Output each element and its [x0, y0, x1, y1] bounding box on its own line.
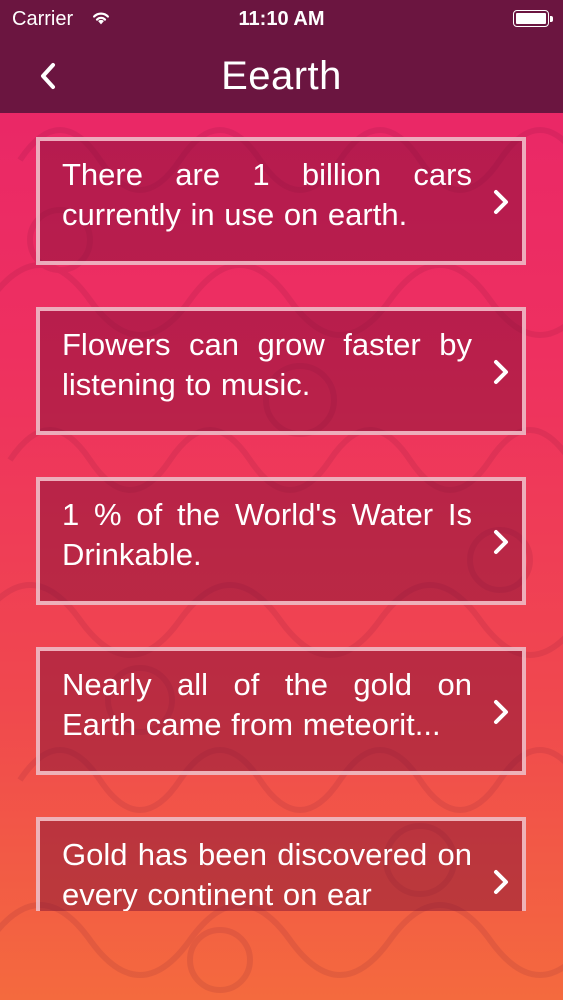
chevron-right-icon: [494, 700, 508, 724]
battery-icon: [513, 10, 553, 27]
fact-card-3[interactable]: 1 % of the World's Water Is Drinkable.: [36, 477, 526, 605]
chevron-right-icon: [494, 530, 508, 554]
fact-card-5[interactable]: Gold has been discovered on every contin…: [36, 817, 526, 911]
page-title: Eearth: [221, 54, 342, 98]
fact-text: Gold has been discovered on every contin…: [62, 837, 472, 911]
fact-card-1[interactable]: There are 1 billion cars currently in us…: [36, 137, 526, 265]
fact-text: There are 1 billion cars currently in us…: [62, 157, 472, 232]
chevron-right-icon: [494, 870, 508, 894]
navigation-bar: Eearth: [0, 40, 563, 113]
fact-text: Flowers can grow faster by listening to …: [62, 327, 472, 402]
top-bar: Carrier 11:10 AM Eearth: [0, 0, 563, 113]
chevron-right-icon: [494, 360, 508, 384]
fact-card-4[interactable]: Nearly all of the gold on Earth came fro…: [36, 647, 526, 775]
fact-text: 1 % of the World's Water Is Drinkable.: [62, 497, 472, 572]
fact-text: Nearly all of the gold on Earth came fro…: [62, 667, 472, 742]
status-bar: Carrier 11:10 AM: [0, 0, 563, 40]
chevron-right-icon: [494, 190, 508, 214]
facts-list[interactable]: There are 1 billion cars currently in us…: [0, 113, 563, 911]
clock: 11:10 AM: [238, 8, 325, 30]
fact-card-2[interactable]: Flowers can grow faster by listening to …: [36, 307, 526, 435]
